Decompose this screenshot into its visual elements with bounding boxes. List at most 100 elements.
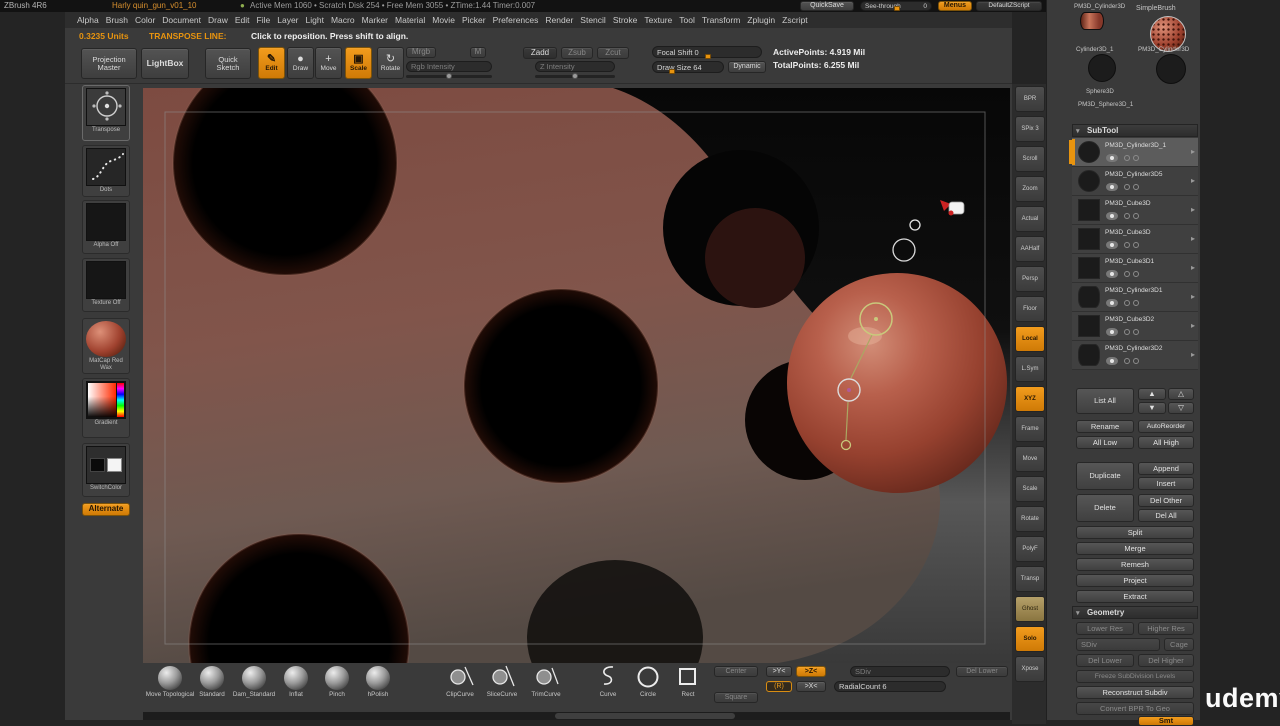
rect-stroke-button[interactable] (678, 667, 698, 692)
rail-rotate-button[interactable]: Rotate (1015, 506, 1045, 532)
slice-curve-button[interactable] (490, 664, 516, 693)
polypaint-toggle-icon[interactable] (1124, 271, 1130, 277)
menu-movie[interactable]: Movie (432, 15, 455, 25)
radial-count-slider[interactable]: RadialCount 6 (834, 681, 946, 692)
stroke-dots-button[interactable]: Dots (82, 145, 130, 197)
rename-button[interactable]: Rename (1076, 420, 1134, 433)
polypaint-toggle-icon[interactable] (1124, 242, 1130, 248)
all-high-button[interactable]: All High (1138, 436, 1194, 449)
rail-actual-button[interactable]: Actual (1015, 206, 1045, 232)
menu-stroke[interactable]: Stroke (613, 15, 638, 25)
brush-thumbnail[interactable] (200, 666, 224, 690)
freeze-subdivision-button[interactable]: Freeze SubDivision Levels (1076, 670, 1194, 683)
convert-bpr-button[interactable]: Convert BPR To Geo (1076, 702, 1194, 715)
dynamic-button[interactable]: Dynamic (728, 61, 766, 73)
scale-mode-button[interactable]: ▣ Scale (345, 47, 372, 79)
project-button[interactable]: Project (1076, 574, 1194, 587)
subtool-row[interactable]: PM3D_Cube3D1 ▸ (1072, 254, 1198, 283)
del-other-button[interactable]: Del Other (1138, 494, 1194, 507)
polypaint-toggle-icon[interactable] (1124, 184, 1130, 190)
brush-thumbnail[interactable] (158, 666, 182, 690)
horizontal-scrollbar[interactable] (143, 712, 1010, 720)
subtool-bottom-button[interactable]: ▽ (1168, 402, 1194, 414)
visibility-eye-icon[interactable] (1106, 212, 1118, 220)
rail-aahalf-button[interactable]: AAHalf (1015, 236, 1045, 262)
z-axis-button[interactable]: >Z< (796, 666, 826, 677)
slider-handle[interactable] (446, 73, 452, 79)
scrollbar-handle[interactable] (555, 713, 735, 719)
menu-brush[interactable]: Brush (106, 15, 128, 25)
rail-frame-button[interactable]: Frame (1015, 416, 1045, 442)
recent-tool-thumbnail[interactable] (1080, 12, 1104, 30)
remesh-button[interactable]: Remesh (1076, 558, 1194, 571)
x-axis-button[interactable]: >X< (796, 681, 826, 692)
sdiv-bottom-slider[interactable]: SDiv (850, 666, 950, 677)
sdiv-slider[interactable]: SDiv (1076, 638, 1160, 651)
uv-toggle-icon[interactable] (1133, 271, 1139, 277)
menu-alpha[interactable]: Alpha (77, 15, 99, 25)
menu-file[interactable]: File (257, 15, 271, 25)
zcut-button[interactable]: Zcut (597, 47, 629, 59)
menu-stencil[interactable]: Stencil (580, 15, 606, 25)
rail-lsym-button[interactable]: L.Sym (1015, 356, 1045, 382)
merge-button[interactable]: Merge (1076, 542, 1194, 555)
slider-handle[interactable] (894, 6, 900, 11)
rail-floor-button[interactable]: Floor (1015, 296, 1045, 322)
square-button[interactable]: Square (714, 692, 758, 703)
y-axis-button[interactable]: >Y< (766, 666, 792, 677)
rail-transp-button[interactable]: Transp (1015, 566, 1045, 592)
del-all-button[interactable]: Del All (1138, 509, 1194, 522)
polypaint-toggle-icon[interactable] (1124, 358, 1130, 364)
curve-stroke-button[interactable] (597, 664, 619, 693)
lightbox-button[interactable]: LightBox (141, 48, 189, 79)
subtool-arrow-icon[interactable]: ▸ (1191, 205, 1195, 214)
m-button[interactable]: M (470, 47, 486, 58)
uv-toggle-icon[interactable] (1133, 184, 1139, 190)
recent-tool-thumbnail[interactable] (1156, 54, 1186, 84)
menu-macro[interactable]: Macro (331, 15, 355, 25)
menu-tool[interactable]: Tool (679, 15, 695, 25)
visibility-eye-icon[interactable] (1106, 328, 1118, 336)
uv-toggle-icon[interactable] (1133, 358, 1139, 364)
brush-thumbnail[interactable] (325, 666, 349, 690)
brush-thumbnail[interactable] (284, 666, 308, 690)
subtool-arrow-icon[interactable]: ▸ (1191, 292, 1195, 301)
menu-zplugin[interactable]: Zplugin (747, 15, 775, 25)
rail-xpose-button[interactable]: Xpose (1015, 656, 1045, 682)
slider-handle[interactable] (572, 73, 578, 79)
menu-transform[interactable]: Transform (702, 15, 740, 25)
subtool-arrow-icon[interactable]: ▸ (1191, 234, 1195, 243)
cage-button[interactable]: Cage (1164, 638, 1194, 651)
move-mode-button[interactable]: + Move (315, 47, 342, 79)
quick-sketch-button[interactable]: Quick Sketch (205, 48, 251, 79)
brush-thumbnail[interactable] (242, 666, 266, 690)
subtool-down-button[interactable]: ▼ (1138, 402, 1166, 414)
subtool-row[interactable]: PM3D_Cylinder3D5 ▸ (1072, 167, 1198, 196)
menu-layer[interactable]: Layer (277, 15, 298, 25)
smt-button[interactable]: Smt (1138, 716, 1194, 726)
del-lower-bottom-button[interactable]: Del Lower (956, 666, 1008, 677)
material-selector-button[interactable]: MatCap Red Wax (82, 318, 130, 374)
rail-scroll-button[interactable]: Scroll (1015, 146, 1045, 172)
rail-zoom-button[interactable]: Zoom (1015, 176, 1045, 202)
subtool-row[interactable]: PM3D_Cube3D2 ▸ (1072, 312, 1198, 341)
menu-preferences[interactable]: Preferences (493, 15, 539, 25)
recent-tool-thumbnail[interactable] (1088, 54, 1116, 82)
rotate-mode-button[interactable]: ↻ Rotate (377, 47, 404, 79)
delete-button[interactable]: Delete (1076, 494, 1134, 522)
alternate-button[interactable]: Alternate (82, 503, 130, 516)
uv-toggle-icon[interactable] (1133, 242, 1139, 248)
menu-color[interactable]: Color (135, 15, 155, 25)
visibility-eye-icon[interactable] (1106, 270, 1118, 278)
geometry-section-header[interactable]: Geometry (1072, 606, 1198, 619)
rail-move-button[interactable]: Move (1015, 446, 1045, 472)
subtool-arrow-icon[interactable]: ▸ (1191, 350, 1195, 359)
uv-toggle-icon[interactable] (1133, 300, 1139, 306)
zsub-button[interactable]: Zsub (561, 47, 593, 59)
rgb-intensity-slider[interactable]: Rgb Intensity (406, 61, 492, 72)
rgb-intensity-track[interactable] (406, 73, 492, 79)
autoreorder-button[interactable]: AutoReorder (1138, 420, 1194, 433)
z-intensity-slider[interactable]: Z Intensity (535, 61, 615, 72)
slider-handle[interactable] (669, 69, 675, 74)
z-intensity-track[interactable] (535, 73, 615, 79)
